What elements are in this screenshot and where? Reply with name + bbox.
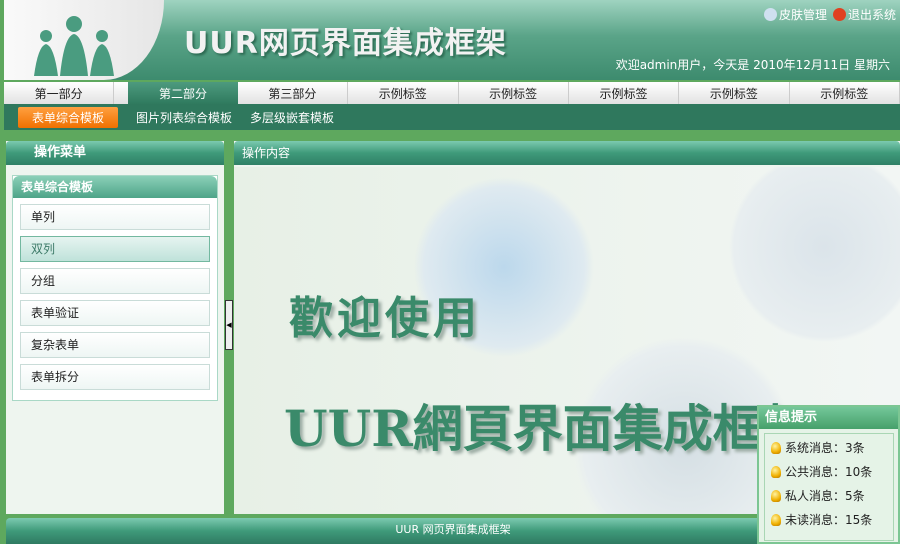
logo: [4, 0, 164, 80]
sidebar: 操作菜单 表单综合模板 单列 双列 分组 表单验证 复杂表单 表单拆分: [6, 141, 224, 514]
lightbulb-icon: [771, 490, 781, 502]
menu-item-split-form[interactable]: 表单拆分: [20, 364, 210, 390]
collapse-sidebar-handle[interactable]: ◀: [225, 300, 233, 350]
subnav-nested-template[interactable]: 多层级嵌套模板: [250, 109, 334, 126]
info-title: 信息提示: [759, 407, 898, 429]
logout-link[interactable]: 退出系统: [832, 6, 896, 23]
welcome-text: 欢迎admin用户，今天是 2010年12月11日 星期六: [615, 58, 890, 72]
message-item[interactable]: 私人消息：5条: [765, 484, 893, 508]
message-item[interactable]: 公共消息：10条: [765, 460, 893, 484]
lightbulb-icon: [771, 442, 781, 454]
menu-item-single-column[interactable]: 单列: [20, 204, 210, 230]
tab-6[interactable]: 示例标签: [569, 82, 680, 104]
skin-link[interactable]: 皮肤管理: [763, 6, 827, 23]
logout-icon: [832, 8, 846, 21]
message-item[interactable]: 系统消息：3条: [765, 436, 893, 460]
tab-4[interactable]: 示例标签: [348, 82, 459, 104]
tab-3[interactable]: 第三部分: [238, 82, 349, 104]
sub-nav: 表单综合模板 图片列表综合模板 多层级嵌套模板: [4, 104, 900, 130]
menu-item-group[interactable]: 分组: [20, 268, 210, 294]
content-title: 操作内容: [234, 141, 900, 165]
tab-1[interactable]: 第一部分: [4, 82, 115, 104]
tab-8[interactable]: 示例标签: [790, 82, 900, 104]
welcome-subheading: UUR網頁界面集成框架: [284, 399, 813, 458]
lightbulb-icon: [771, 514, 781, 526]
info-popup: 信息提示 系统消息：3条 公共消息：10条 私人消息：5条 未读消息：15条: [757, 405, 900, 544]
tab-7[interactable]: 示例标签: [679, 82, 790, 104]
menu-group-title[interactable]: 表单综合模板: [13, 176, 217, 198]
app-title: UUR网页界面集成框架: [184, 26, 507, 61]
subnav-form-template[interactable]: 表单综合模板: [18, 106, 119, 128]
people-logo-icon: [34, 16, 114, 76]
header: UUR网页界面集成框架 皮肤管理 退出系统 欢迎admin用户，今天是 2010…: [4, 0, 900, 80]
menu-item-double-column[interactable]: 双列: [20, 236, 210, 262]
menu-item-validation[interactable]: 表单验证: [20, 300, 210, 326]
subnav-image-list-template[interactable]: 图片列表综合模板: [136, 109, 232, 126]
message-item[interactable]: 未读消息：15条: [765, 508, 893, 532]
menu-group: 表单综合模板 单列 双列 分组 表单验证 复杂表单 表单拆分: [12, 175, 218, 401]
menu-item-complex-form[interactable]: 复杂表单: [20, 332, 210, 358]
tab-5[interactable]: 示例标签: [459, 82, 569, 104]
main-tabs: 第一部分 第二部分 第三部分 示例标签 示例标签 示例标签 示例标签 示例标签: [4, 82, 900, 104]
lightbulb-icon: [771, 466, 781, 478]
skin-icon: [763, 8, 777, 21]
welcome-heading: 歡迎使用: [289, 293, 481, 344]
tab-2[interactable]: 第二部分: [128, 82, 238, 104]
sidebar-title: 操作菜单: [6, 141, 224, 165]
